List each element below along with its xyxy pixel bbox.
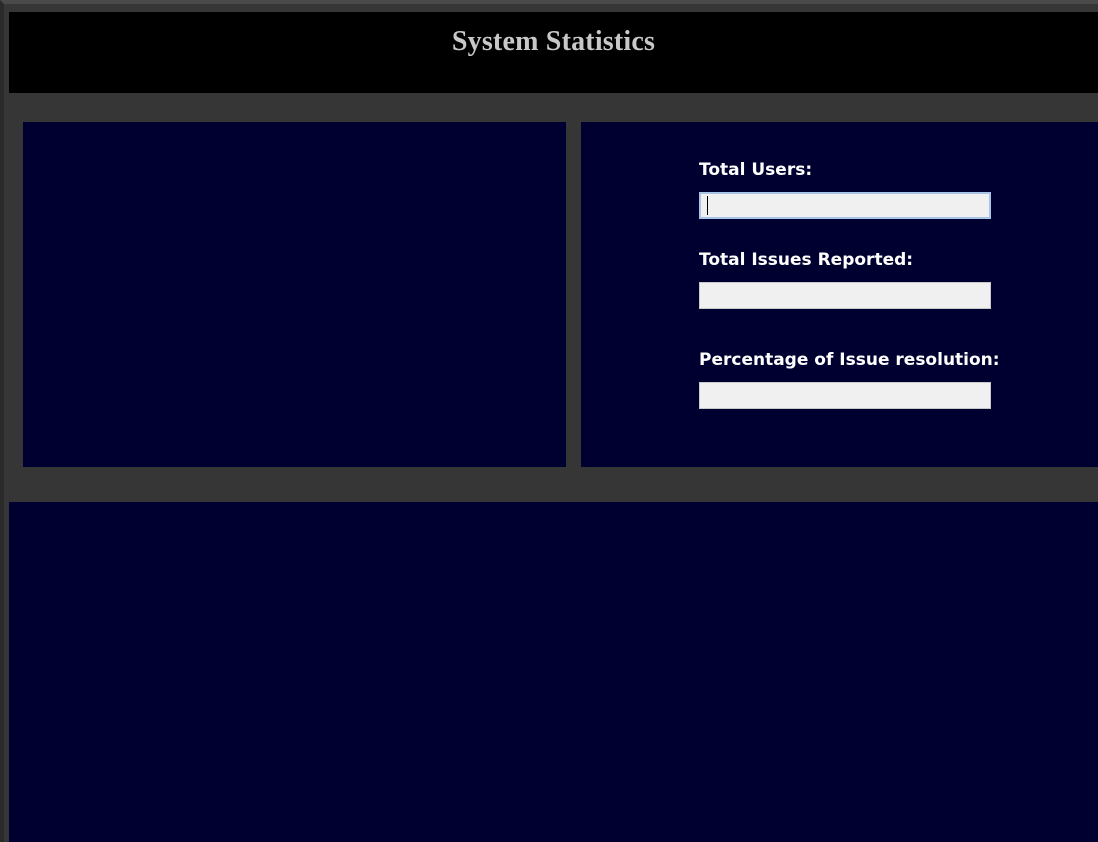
chart-panel-bottom [9,502,1098,842]
resolution-percentage-label: Percentage of Issue resolution: [699,350,1000,370]
page-title: System Statistics [451,26,656,57]
statistics-panel: Total Users: Total Issues Reported: Perc… [581,122,1098,467]
total-users-field[interactable] [699,192,991,219]
title-bar: System Statistics [9,12,1098,93]
chart-panel-left [23,122,566,467]
total-issues-label: Total Issues Reported: [699,250,914,270]
app-window: System Statistics Total Users: Total Iss… [0,0,1098,842]
total-users-label: Total Users: [699,160,813,180]
text-caret [707,196,708,215]
total-issues-field[interactable] [699,282,991,309]
resolution-percentage-field[interactable] [699,382,991,409]
